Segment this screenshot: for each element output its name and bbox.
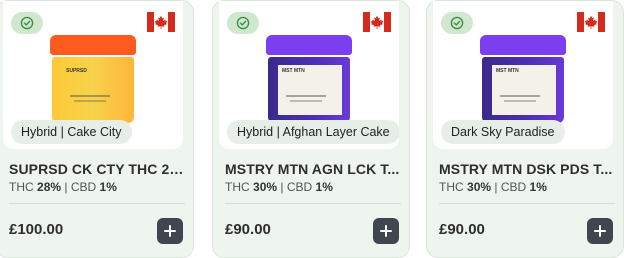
- product-grid: SUPRSD Hybrid | Cake City SUPRSD CK CTY …: [0, 0, 624, 258]
- cbd-value: 1%: [529, 180, 547, 194]
- divider: [225, 203, 401, 204]
- product-image[interactable]: SUPRSD Hybrid | Cake City: [3, 1, 183, 149]
- jar-label-text: MST MTN: [496, 68, 519, 74]
- check-circle-icon: [450, 16, 464, 30]
- product-jar-image: SUPRSD: [50, 35, 136, 125]
- divider: [439, 203, 615, 204]
- plus-icon: [164, 225, 176, 237]
- verified-badge: [441, 12, 473, 34]
- check-circle-icon: [236, 16, 250, 30]
- product-jar-image: MST MTN: [266, 35, 352, 125]
- canada-flag-icon: [577, 12, 605, 32]
- potency-separator: |: [64, 180, 68, 194]
- strain-tag: Hybrid | Cake City: [11, 120, 132, 144]
- cbd-label: CBD: [286, 180, 313, 194]
- add-to-cart-button[interactable]: [587, 218, 613, 244]
- product-jar-image: MST MTN: [480, 35, 566, 125]
- divider: [9, 203, 185, 204]
- strain-tag: Dark Sky Paradise: [441, 120, 565, 144]
- thc-value: 28%: [37, 180, 62, 194]
- product-image[interactable]: MST MTN Hybrid | Afghan Layer Cake: [219, 1, 399, 149]
- thc-value: 30%: [467, 180, 492, 194]
- jar-label-text: MST MTN: [282, 68, 305, 74]
- strain-tag: Hybrid | Afghan Layer Cake: [227, 120, 399, 144]
- plus-icon: [380, 225, 392, 237]
- product-name[interactable]: SUPRSD CK CTY THC 28...: [9, 161, 187, 177]
- product-name[interactable]: MSTRY MTN DSK PDS T...: [439, 161, 617, 177]
- add-to-cart-button[interactable]: [373, 218, 399, 244]
- potency-separator: |: [494, 180, 498, 194]
- potency-info: THC 30% | CBD 1%: [439, 180, 547, 194]
- add-to-cart-button[interactable]: [157, 218, 183, 244]
- thc-label: THC: [9, 180, 34, 194]
- product-name[interactable]: MSTRY MTN AGN LCK T...: [225, 161, 403, 177]
- potency-info: THC 30% | CBD 1%: [225, 180, 333, 194]
- jar-label-text: SUPRSD: [66, 68, 87, 74]
- canada-flag-icon: [363, 12, 391, 32]
- verified-badge: [11, 12, 43, 34]
- product-price: £100.00: [9, 221, 64, 238]
- cbd-label: CBD: [70, 180, 97, 194]
- check-circle-icon: [20, 16, 34, 30]
- product-card[interactable]: MST MTN Hybrid | Afghan Layer Cake MSTRY…: [212, 0, 410, 258]
- thc-label: THC: [225, 180, 250, 194]
- canada-flag-icon: [147, 12, 175, 32]
- potency-separator: |: [280, 180, 284, 194]
- cbd-label: CBD: [500, 180, 527, 194]
- thc-value: 30%: [253, 180, 278, 194]
- product-card[interactable]: MST MTN Dark Sky Paradise MSTRY MTN DSK …: [426, 0, 624, 258]
- cbd-value: 1%: [99, 180, 117, 194]
- thc-label: THC: [439, 180, 464, 194]
- product-card[interactable]: SUPRSD Hybrid | Cake City SUPRSD CK CTY …: [0, 0, 194, 258]
- product-image[interactable]: MST MTN Dark Sky Paradise: [433, 1, 613, 149]
- cbd-value: 1%: [315, 180, 333, 194]
- potency-info: THC 28% | CBD 1%: [9, 180, 117, 194]
- product-price: £90.00: [439, 221, 485, 238]
- product-price: £90.00: [225, 221, 271, 238]
- plus-icon: [594, 225, 606, 237]
- verified-badge: [227, 12, 259, 34]
